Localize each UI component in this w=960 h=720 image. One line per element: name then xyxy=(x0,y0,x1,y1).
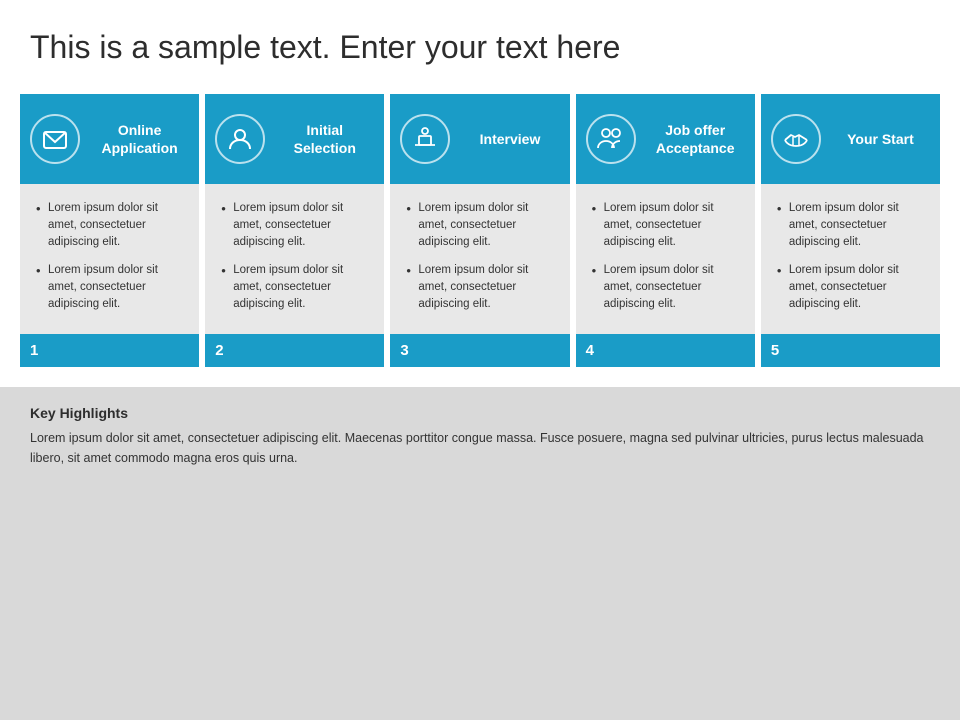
card-1-number: 1 xyxy=(30,342,38,359)
list-item: Lorem ipsum dolor sit amet, consectetuer… xyxy=(34,262,185,312)
highlights-text: Lorem ipsum dolor sit amet, consectetuer… xyxy=(30,429,930,468)
card-4-number: 4 xyxy=(586,342,594,359)
card-2-number: 2 xyxy=(215,342,223,359)
card-2-title: InitialSelection xyxy=(275,121,374,157)
header-section: This is a sample text. Enter your text h… xyxy=(0,0,960,84)
list-item: Lorem ipsum dolor sit amet, consectetuer… xyxy=(775,262,926,312)
card-4-body: Lorem ipsum dolor sit amet, consectetuer… xyxy=(576,184,755,334)
page-title: This is a sample text. Enter your text h… xyxy=(30,28,930,66)
list-item: Lorem ipsum dolor sit amet, consectetuer… xyxy=(219,200,370,250)
card-1-title: OnlineApplication xyxy=(90,121,189,157)
card-2-header: InitialSelection xyxy=(205,94,384,184)
card-3-title: Interview xyxy=(460,130,559,148)
card-4: Job offerAcceptance Lorem ipsum dolor si… xyxy=(576,94,755,367)
card-5-footer: 5 xyxy=(761,334,940,367)
main-container: This is a sample text. Enter your text h… xyxy=(0,0,960,720)
list-item: Lorem ipsum dolor sit amet, consectetuer… xyxy=(404,200,555,250)
highlights-section: Key Highlights Lorem ipsum dolor sit ame… xyxy=(0,387,960,720)
card-5: Your Start Lorem ipsum dolor sit amet, c… xyxy=(761,94,940,367)
card-4-icon xyxy=(586,114,636,164)
card-2-body: Lorem ipsum dolor sit amet, consectetuer… xyxy=(205,184,384,334)
highlights-title: Key Highlights xyxy=(30,405,930,421)
card-3-body: Lorem ipsum dolor sit amet, consectetuer… xyxy=(390,184,569,334)
card-3-footer: 3 xyxy=(390,334,569,367)
card-4-header: Job offerAcceptance xyxy=(576,94,755,184)
card-5-header: Your Start xyxy=(761,94,940,184)
list-item: Lorem ipsum dolor sit amet, consectetuer… xyxy=(775,200,926,250)
list-item: Lorem ipsum dolor sit amet, consectetuer… xyxy=(590,200,741,250)
card-5-title: Your Start xyxy=(831,130,930,148)
card-2-footer: 2 xyxy=(205,334,384,367)
card-5-body: Lorem ipsum dolor sit amet, consectetuer… xyxy=(761,184,940,334)
list-item: Lorem ipsum dolor sit amet, consectetuer… xyxy=(219,262,370,312)
list-item: Lorem ipsum dolor sit amet, consectetuer… xyxy=(34,200,185,250)
card-5-number: 5 xyxy=(771,342,779,359)
spacer xyxy=(0,367,960,387)
card-3: Interview Lorem ipsum dolor sit amet, co… xyxy=(390,94,569,367)
card-1-icon xyxy=(30,114,80,164)
card-2-icon xyxy=(215,114,265,164)
card-1-body: Lorem ipsum dolor sit amet, consectetuer… xyxy=(20,184,199,334)
card-3-icon xyxy=(400,114,450,164)
card-1-header: OnlineApplication xyxy=(20,94,199,184)
cards-wrapper: OnlineApplication Lorem ipsum dolor sit … xyxy=(0,84,960,367)
card-1: OnlineApplication Lorem ipsum dolor sit … xyxy=(20,94,199,367)
card-1-footer: 1 xyxy=(20,334,199,367)
card-5-icon xyxy=(771,114,821,164)
card-4-footer: 4 xyxy=(576,334,755,367)
list-item: Lorem ipsum dolor sit amet, consectetuer… xyxy=(404,262,555,312)
card-2: InitialSelection Lorem ipsum dolor sit a… xyxy=(205,94,384,367)
list-item: Lorem ipsum dolor sit amet, consectetuer… xyxy=(590,262,741,312)
card-3-number: 3 xyxy=(400,342,408,359)
card-4-title: Job offerAcceptance xyxy=(646,121,745,157)
cards-row: OnlineApplication Lorem ipsum dolor sit … xyxy=(20,84,940,367)
card-3-header: Interview xyxy=(390,94,569,184)
